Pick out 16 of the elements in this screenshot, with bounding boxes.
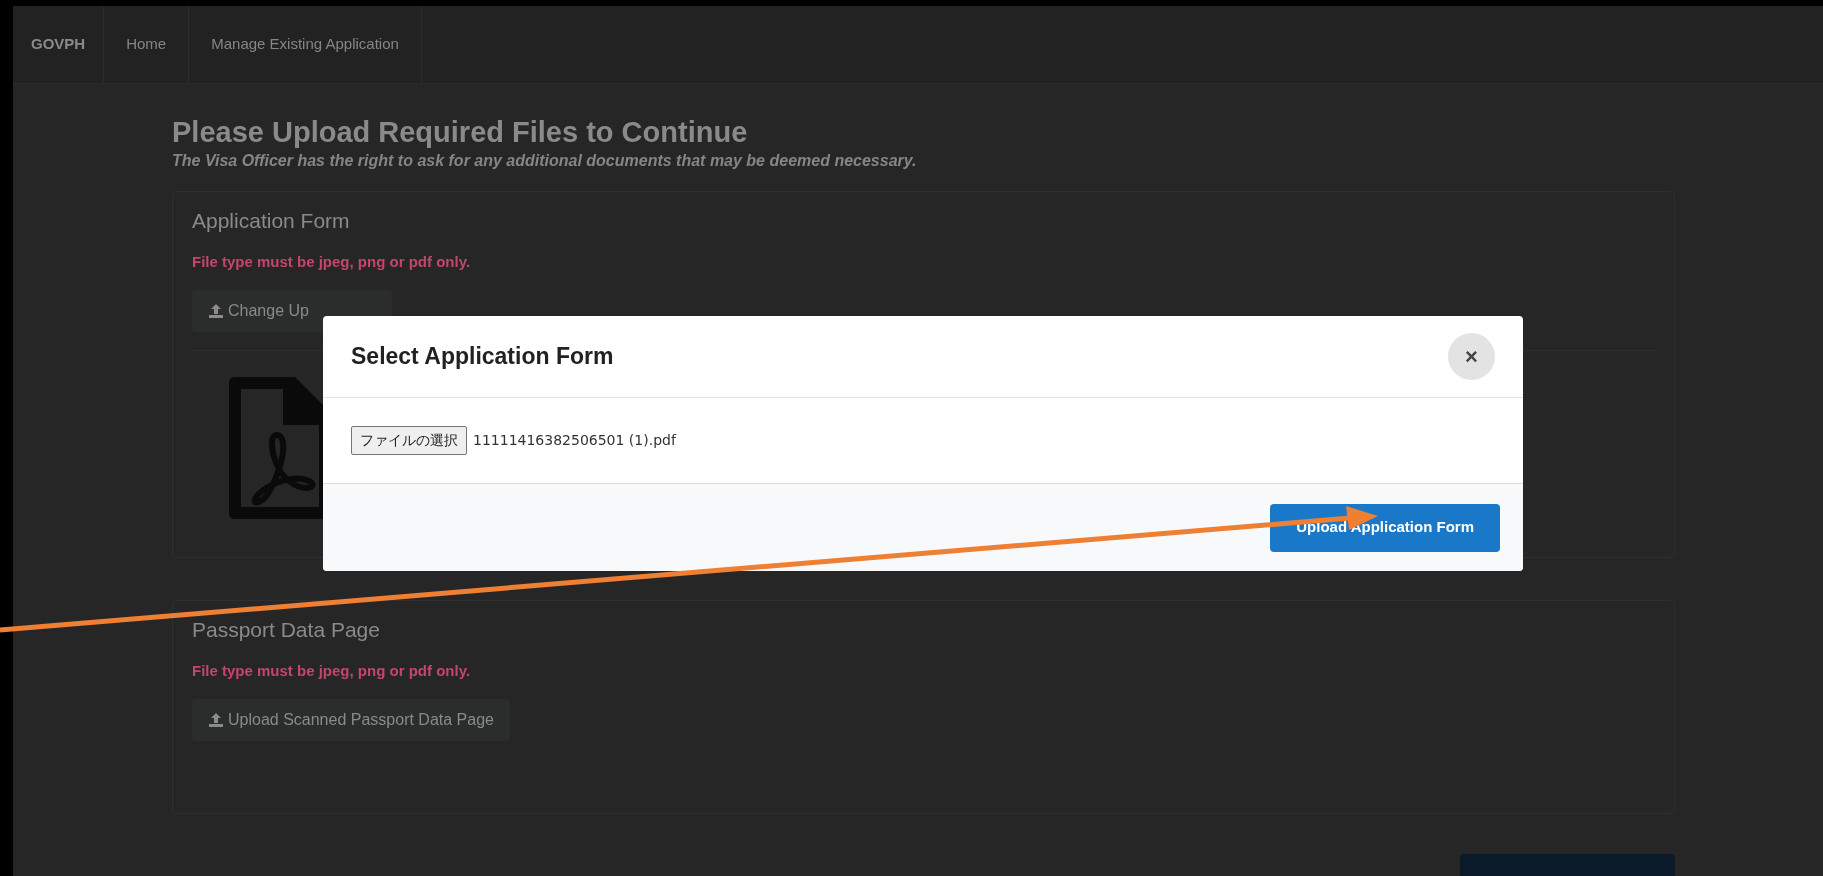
card-title: Application Form xyxy=(192,208,351,234)
upload-icon xyxy=(208,303,224,319)
page-subtitle: The Visa Officer has the right to ask for any additional documents that may be deemed necessary. xyxy=(172,151,918,171)
modal-title: Select Application Form xyxy=(351,342,614,372)
file-type-note: File type must be jpeg, png or pdf only. xyxy=(192,252,472,272)
close-button[interactable]: × xyxy=(1448,333,1495,380)
nav-link[interactable]: Home xyxy=(104,6,190,83)
file-name: 11111416382506501 (1).pdf xyxy=(473,431,676,450)
nav-link[interactable]: Manage Existing Application xyxy=(189,6,422,83)
file-type-note: File type must be jpeg, png or pdf only. xyxy=(192,661,472,681)
upload-file-button[interactable]: Upload Scanned Passport Data Page xyxy=(192,699,510,741)
file-choose-button[interactable]: ファイルの選択 xyxy=(351,426,467,455)
brand-link[interactable]: GOVPH xyxy=(13,6,105,83)
card-title: Passport Data Page xyxy=(192,617,381,643)
page-title: Please Upload Required Files to Continue xyxy=(172,115,749,150)
upload-icon xyxy=(208,712,224,728)
